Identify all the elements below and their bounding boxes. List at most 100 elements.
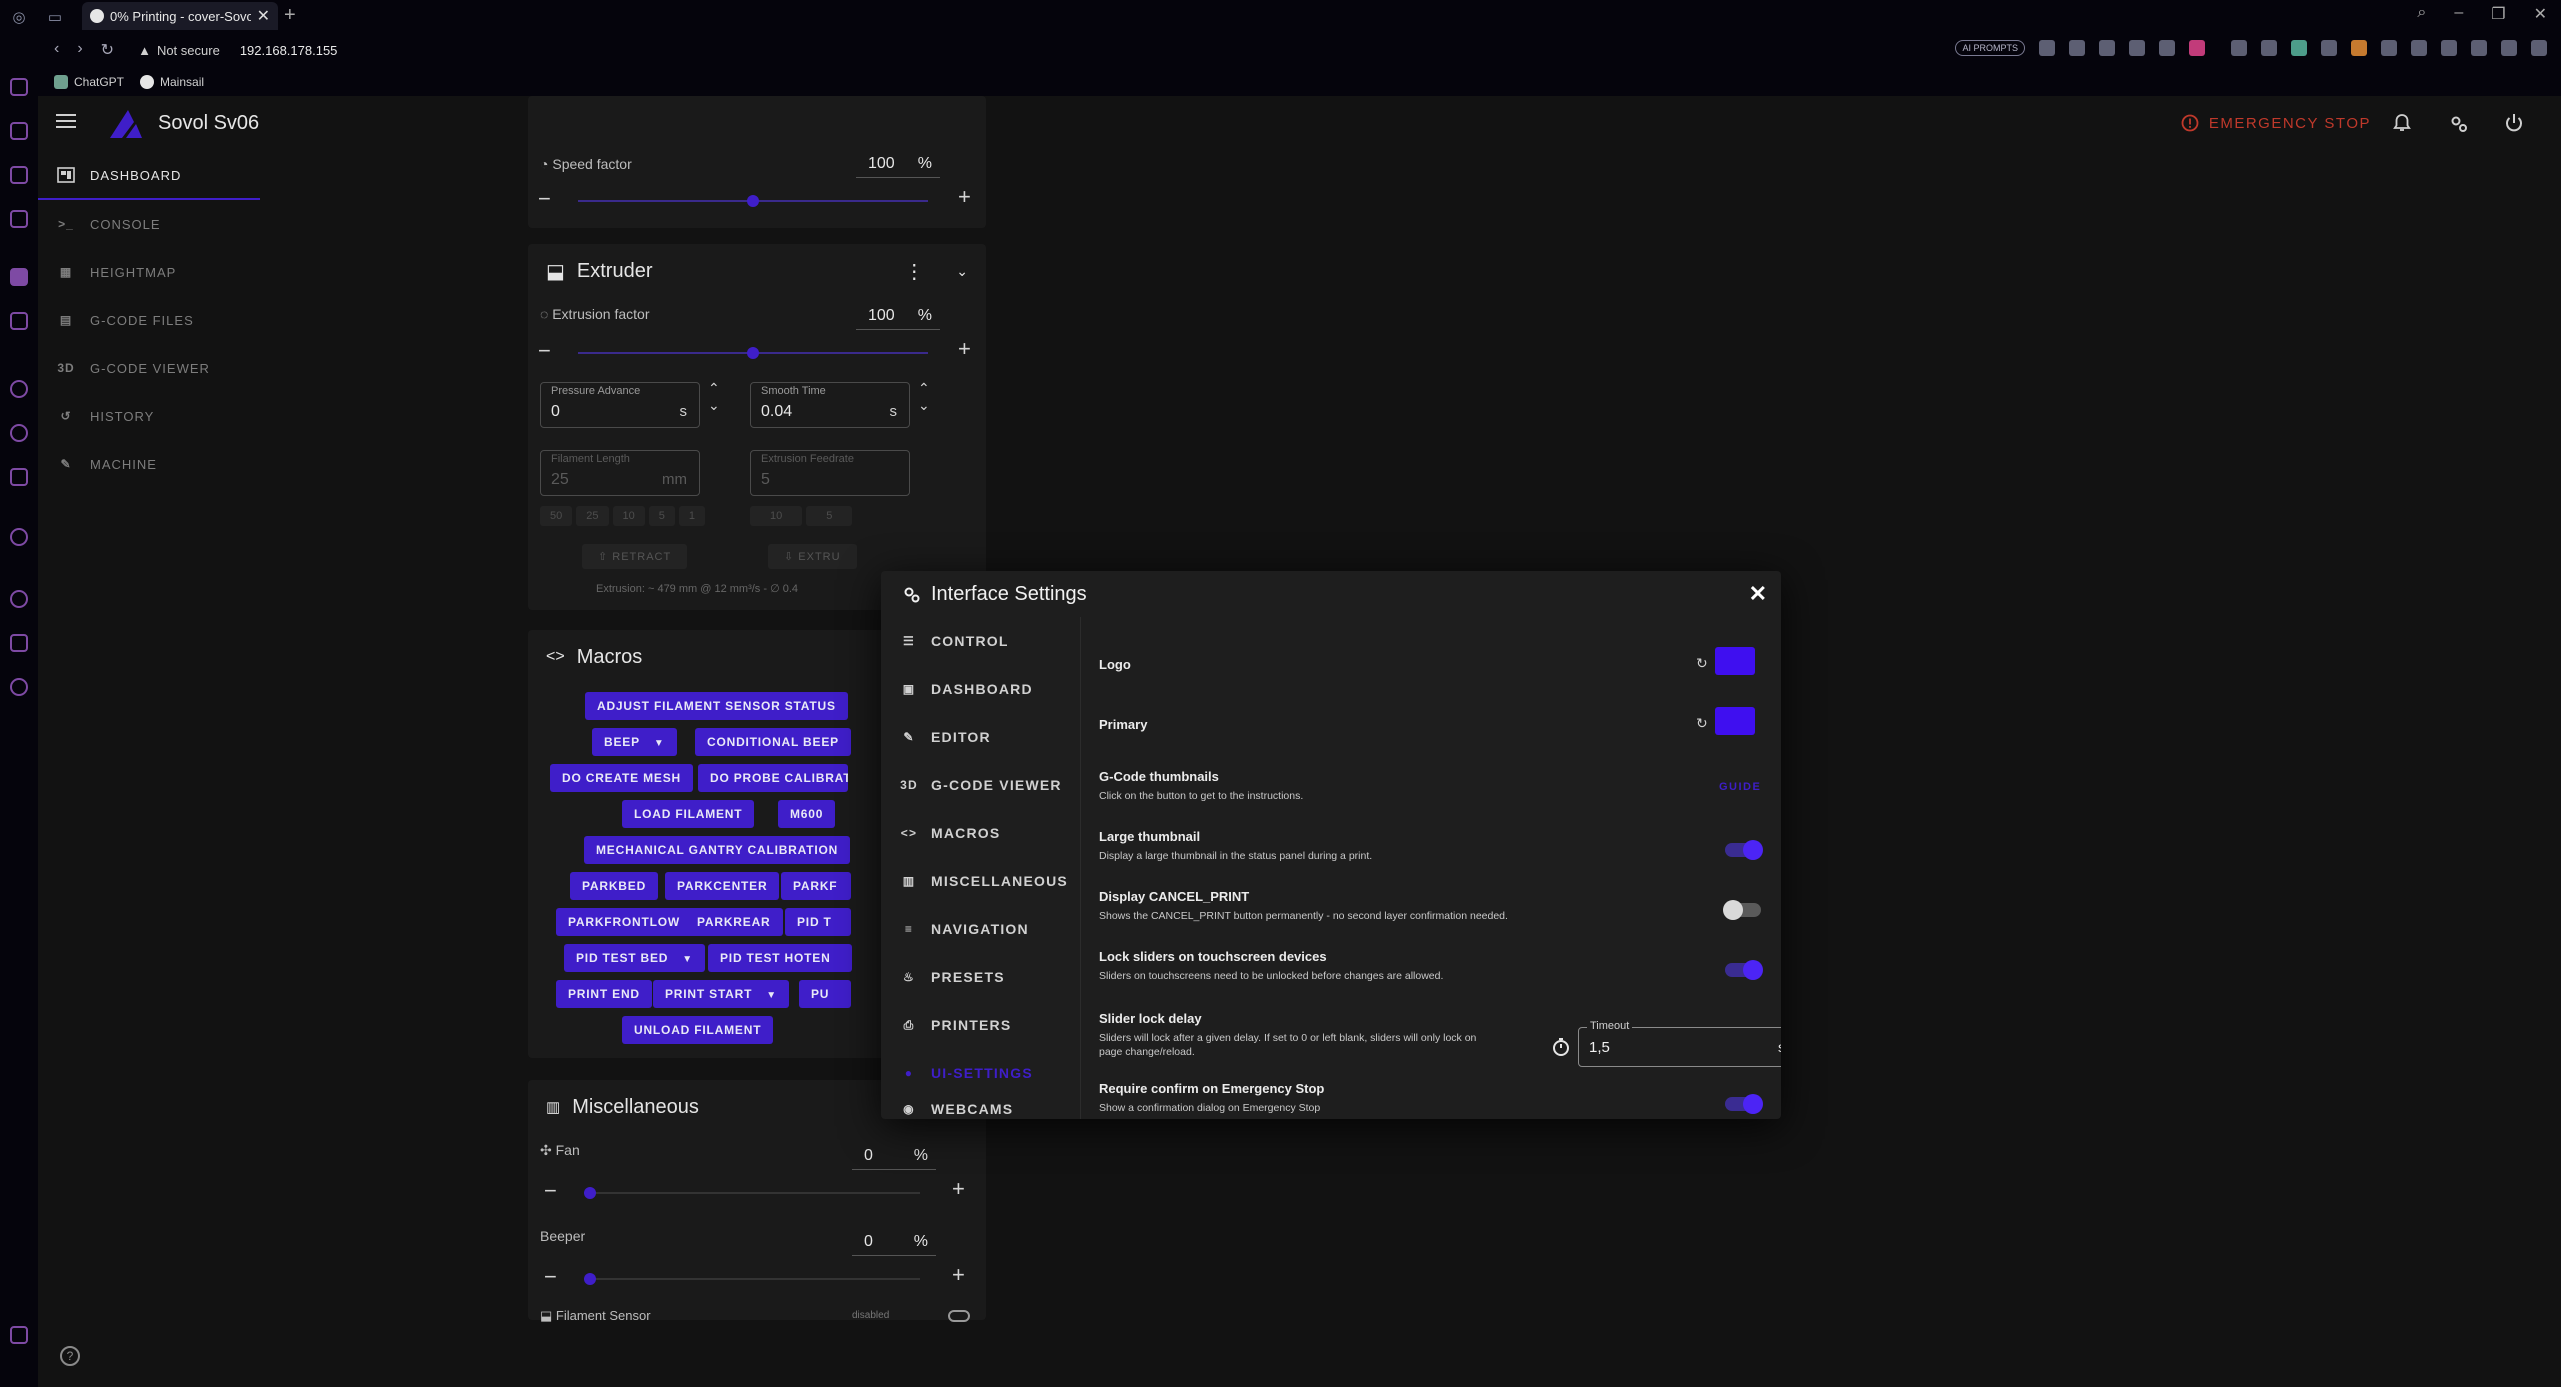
beeper-minus-button[interactable]: − (544, 1264, 557, 1290)
speed-factor-input[interactable]: 100% (856, 150, 940, 178)
lock-sliders-toggle[interactable] (1725, 960, 1763, 980)
macro-button[interactable]: ADJUST FILAMENT SENSOR STATUS (585, 692, 848, 720)
bookmark-mainsail[interactable]: Mainsail (140, 75, 204, 89)
feedrate-chip[interactable]: 10 (750, 506, 803, 526)
bookmark-chatgpt[interactable]: ChatGPT (54, 75, 124, 89)
reading-list-icon[interactable] (2471, 40, 2487, 56)
sidebar-app-icon[interactable] (10, 380, 28, 398)
mainsail-logo-icon[interactable] (108, 108, 144, 140)
guide-button[interactable]: GUIDE (1719, 781, 1761, 793)
settings-nav-control[interactable]: ☰ CONTROL (881, 617, 1080, 665)
sidebar-app-icon[interactable] (10, 210, 28, 228)
beeper-slider-thumb[interactable] (584, 1273, 596, 1285)
sidebar-item-dashboard[interactable]: DASHBOARD (38, 152, 260, 200)
extension-icon[interactable] (2291, 40, 2307, 56)
macro-button[interactable]: PARKFRONTLOW (556, 908, 693, 936)
extrusion-minus-button[interactable]: − (538, 338, 551, 364)
sidebar-settings-icon[interactable] (10, 678, 28, 696)
beeper-slider[interactable] (584, 1278, 920, 1280)
settings-nav-miscellaneous[interactable]: ▥ MISCELLANEOUS (881, 857, 1080, 905)
extension-icon[interactable] (2039, 40, 2055, 56)
macro-button[interactable]: CONDITIONAL BEEP (695, 728, 851, 756)
settings-nav-printers[interactable]: ⎙ PRINTERS (881, 1001, 1080, 1049)
sidebar-app-icon[interactable] (10, 122, 28, 140)
cancel-print-toggle[interactable] (1723, 900, 1761, 920)
macro-button[interactable]: PU (799, 980, 851, 1008)
macro-button[interactable]: DO PROBE CALIBRAT (698, 764, 848, 792)
smooth-time-field[interactable]: Smooth Time 0.04 s (750, 382, 910, 428)
sidebar-item-heightmap[interactable]: ▦ HEIGHTMAP (38, 248, 260, 296)
fan-input[interactable]: 0% (852, 1142, 936, 1170)
printer-name[interactable]: Sovol Sv06 (158, 112, 259, 135)
macro-button[interactable]: PARKCENTER (665, 872, 780, 900)
fan-plus-button[interactable]: + (952, 1176, 965, 1202)
feedrate-chip[interactable]: 5 (806, 506, 853, 526)
bell-icon[interactable] (2391, 112, 2413, 134)
extension-icon[interactable] (2351, 40, 2367, 56)
browser-menu-icon[interactable]: ◎ (8, 6, 30, 28)
download-icon[interactable] (2441, 40, 2457, 56)
sidebar-item-console[interactable]: >_ CONSOLE (38, 200, 260, 248)
chevron-down-icon[interactable]: ⌄ (956, 263, 968, 280)
forward-icon[interactable]: › (77, 40, 82, 60)
restore-icon[interactable]: ❐ (2491, 4, 2505, 24)
extension-icon[interactable] (2261, 40, 2277, 56)
extension-icon[interactable] (2129, 40, 2145, 56)
ai-prompts-badge[interactable]: AI PROMPTS (1955, 40, 2025, 56)
sidebar-item-history[interactable]: ↺ HISTORY (38, 392, 260, 440)
filament-length-field[interactable]: Filament Length 25 mm (540, 450, 700, 496)
settings-nav-navigation[interactable]: ≡ NAVIGATION (881, 905, 1080, 953)
sidebar-app-icon[interactable] (10, 78, 28, 96)
sidebar-app-icon[interactable] (10, 468, 28, 486)
macro-button[interactable]: M600 (778, 800, 836, 828)
profile-icon[interactable] (2531, 40, 2547, 56)
filament-sensor-toggle[interactable] (948, 1310, 970, 1322)
estop-confirm-toggle[interactable] (1725, 1094, 1763, 1114)
browser-tab[interactable]: 0% Printing - cover-Sovol S ✕ (82, 2, 278, 30)
macro-button[interactable]: PRINT START ▼ (653, 980, 789, 1008)
extrude-button[interactable]: ⇩ EXTRU (768, 544, 857, 569)
sidebar-app-icon[interactable] (10, 268, 28, 286)
extension-icon[interactable] (2321, 40, 2337, 56)
large-thumbnail-toggle[interactable] (1725, 840, 1763, 860)
macro-button[interactable]: PARKREAR (685, 908, 783, 936)
length-chip[interactable]: 5 (648, 506, 675, 526)
macro-button[interactable]: PID TEST BED ▼ (564, 944, 705, 972)
settings-nav-ui-settings[interactable]: ● UI-SETTINGS (881, 1049, 1080, 1097)
sidebar-app-icon[interactable] (10, 312, 28, 330)
sidebar-app-icon[interactable] (10, 590, 28, 608)
extrusion-plus-button[interactable]: + (958, 336, 971, 362)
emergency-stop-button[interactable]: EMERGENCY STOP (2181, 114, 2371, 132)
fan-slider[interactable] (584, 1192, 920, 1194)
url-field[interactable]: 192.168.178.155 (240, 43, 338, 58)
settings-nav-presets[interactable]: ♨ PRESETS (881, 953, 1080, 1001)
reload-icon[interactable]: ↻ (101, 40, 114, 60)
sidebar-app-icon[interactable] (10, 424, 28, 442)
tab-close-icon[interactable]: ✕ (257, 6, 270, 26)
macro-button[interactable]: PID TEST HOTEN (708, 944, 852, 972)
retract-button[interactable]: ⇧ RETRACT (582, 544, 688, 569)
reset-icon[interactable]: ↻ (1696, 655, 1708, 672)
more-vert-icon[interactable]: ⋮ (904, 259, 924, 284)
speed-slider-thumb[interactable] (747, 195, 759, 207)
primary-color-picker[interactable] (1715, 707, 1755, 735)
length-chip[interactable]: 50 (540, 506, 573, 526)
macro-button[interactable]: PID T (785, 908, 851, 936)
extension-icon[interactable] (2381, 40, 2397, 56)
menu-toggle-icon[interactable] (56, 114, 76, 128)
fan-slider-thumb[interactable] (584, 1187, 596, 1199)
macro-button[interactable]: BEEP ▼ (592, 728, 677, 756)
speed-minus-button[interactable]: − (538, 186, 551, 212)
settings-nav-webcams[interactable]: ◉ WEBCAMS (881, 1097, 1080, 1119)
macro-button[interactable]: PARKBED (570, 872, 659, 900)
timeout-input[interactable]: Timeout 1,5 s (1578, 1020, 1781, 1067)
macro-button[interactable]: PARKF (781, 872, 851, 900)
sidebar-app-icon[interactable] (10, 634, 28, 652)
sidebar-item-gcode-viewer[interactable]: 3D G-CODE VIEWER (38, 344, 260, 392)
beeper-plus-button[interactable]: + (952, 1262, 965, 1288)
pa-stepper-icon[interactable]: ⌃ ⌄ (708, 380, 720, 414)
length-chip[interactable]: 25 (576, 506, 609, 526)
close-icon[interactable]: ✕ (1749, 581, 1767, 607)
reset-icon[interactable]: ↻ (1696, 715, 1708, 732)
settings-nav-macros[interactable]: <> MACROS (881, 809, 1080, 857)
